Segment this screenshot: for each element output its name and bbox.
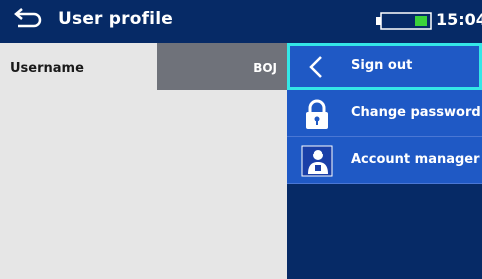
clock: 15:04 (436, 10, 482, 29)
account-manager-button[interactable]: Account manager (287, 137, 482, 184)
page-title: User profile (58, 9, 173, 29)
sign-out-label: Sign out (351, 58, 413, 73)
account-manager-label: Account manager (351, 152, 480, 167)
sign-out-button[interactable]: Sign out (287, 43, 482, 90)
lock-icon (306, 99, 328, 129)
back-arrow-icon[interactable] (12, 8, 44, 32)
change-password-label: Change password (351, 105, 481, 120)
profile-menu: Sign out Change password Account manager (287, 43, 482, 279)
battery-icon (376, 12, 432, 30)
username-label: Username (10, 61, 84, 76)
change-password-button[interactable]: Change password (287, 90, 482, 137)
username-value-field: BOJ (157, 43, 287, 90)
username-value: BOJ (253, 61, 277, 75)
chevron-left-icon (309, 56, 322, 78)
account-manager-icon (301, 145, 333, 177)
title-bar: User profile 15:04 (0, 0, 482, 43)
